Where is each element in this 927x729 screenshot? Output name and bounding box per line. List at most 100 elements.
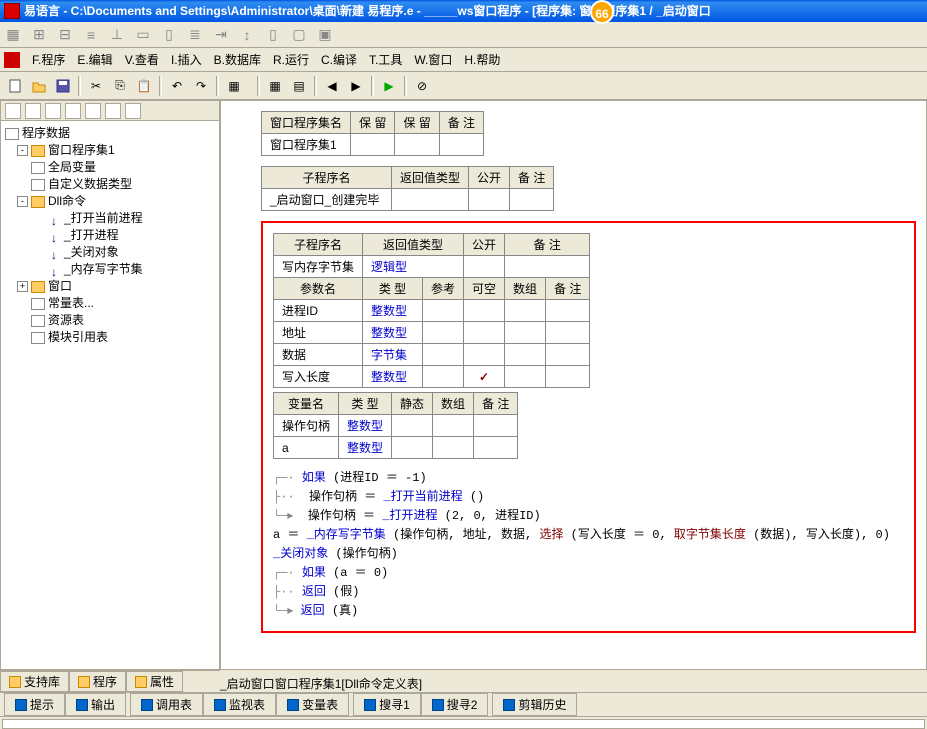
- menu-help[interactable]: H.帮助: [458, 49, 506, 70]
- menu-insert[interactable]: I.插入: [165, 49, 208, 70]
- menu-view[interactable]: V.查看: [119, 49, 165, 70]
- tree-root-label: 程序数据: [22, 125, 70, 142]
- menu-window[interactable]: W.窗口: [408, 49, 458, 70]
- tb-icon[interactable]: ⊥: [108, 26, 126, 44]
- menu-database[interactable]: B.数据库: [208, 49, 267, 70]
- panel-tab-clip[interactable]: 剪辑历史: [492, 693, 577, 716]
- expand-toggle[interactable]: +: [17, 281, 28, 292]
- new-button[interactable]: [4, 75, 26, 97]
- grid-button[interactable]: ▦: [264, 75, 286, 97]
- panel-tab-output[interactable]: 输出: [65, 693, 126, 716]
- menu-compile[interactable]: C.编译: [315, 49, 363, 70]
- form-button[interactable]: ▦: [223, 75, 245, 97]
- open-button[interactable]: [28, 75, 50, 97]
- sidebar-btn[interactable]: [25, 103, 41, 119]
- menubar: F.程序 E.编辑 V.查看 I.插入 B.数据库 R.运行 C.编译 T.工具…: [0, 48, 927, 72]
- tb-icon[interactable]: ⊟: [56, 26, 74, 44]
- list-button[interactable]: ▤: [288, 75, 310, 97]
- tree-node[interactable]: ↓_关闭对象: [5, 244, 215, 261]
- window-titlebar: 易语言 - C:\Documents and Settings\Administ…: [0, 0, 927, 22]
- sidebar-tabstrip: 支持库 程序 属性: [0, 670, 220, 692]
- arrow-icon: ↓: [47, 264, 61, 276]
- subroutine-table[interactable]: 子程序名返回值类型公开备 注 写内存字节集逻辑型 参数名类 型参考可空数组备 注…: [273, 233, 590, 388]
- tree-root[interactable]: 程序数据: [5, 125, 215, 142]
- code-block[interactable]: ┌─· 如果 (进程ID ＝ -1) ├·· 操作句柄 ＝ _打开当前进程 ()…: [273, 469, 904, 621]
- doc-icon: [31, 332, 45, 344]
- redo-button[interactable]: ↷: [190, 75, 212, 97]
- tb-icon[interactable]: ▯: [160, 26, 178, 44]
- tree-node[interactable]: -窗口程序集1: [5, 142, 215, 159]
- tb-icon[interactable]: ⇥: [212, 26, 230, 44]
- expand-toggle[interactable]: -: [17, 145, 28, 156]
- tree-label: 自定义数据类型: [48, 176, 132, 193]
- panel-tab-search1[interactable]: 搜寻1: [353, 693, 421, 716]
- panel-tab-search2[interactable]: 搜寻2: [421, 693, 489, 716]
- tab-properties[interactable]: 属性: [126, 671, 183, 692]
- doc-icon: [5, 128, 19, 140]
- undo-button[interactable]: ↶: [166, 75, 188, 97]
- cut-button[interactable]: ✂: [85, 75, 107, 97]
- bottom-panel-tabs: 提示 输出 调用表 监视表 变量表 搜寻1 搜寻2 剪辑历史: [0, 693, 927, 717]
- tb-icon[interactable]: ▯: [264, 26, 282, 44]
- tree-node[interactable]: 资源表: [5, 312, 215, 329]
- sidebar-btn[interactable]: [125, 103, 141, 119]
- variable-table[interactable]: 变量名类 型静态数组备 注 操作句柄整数型a整数型: [273, 392, 518, 459]
- run-button[interactable]: ▶: [378, 75, 400, 97]
- search-icon: [432, 699, 444, 711]
- menu-program[interactable]: F.程序: [26, 49, 71, 70]
- menu-run[interactable]: R.运行: [267, 49, 315, 70]
- assembly-table[interactable]: 窗口程序集名保 留保 留备 注 窗口程序集1: [261, 111, 484, 156]
- tab-support-lib[interactable]: 支持库: [0, 671, 69, 692]
- tb-icon[interactable]: ▭: [134, 26, 152, 44]
- tab-program[interactable]: 程序: [69, 671, 126, 692]
- tree-node[interactable]: ↓_打开当前进程: [5, 210, 215, 227]
- panel-tab-tips[interactable]: 提示: [4, 693, 65, 716]
- next-button[interactable]: ▶: [345, 75, 367, 97]
- sidebar-btn[interactable]: [65, 103, 81, 119]
- editor-tab-dll[interactable]: [Dll命令定义表]: [341, 675, 422, 692]
- tree-node[interactable]: -Dll命令: [5, 193, 215, 210]
- sidebar-btn[interactable]: [5, 103, 21, 119]
- sidebar-btn[interactable]: [85, 103, 101, 119]
- tb-icon[interactable]: ↕: [238, 26, 256, 44]
- sidebar-btn[interactable]: [105, 103, 121, 119]
- save-button[interactable]: [52, 75, 74, 97]
- tree-label: 模块引用表: [48, 329, 108, 346]
- tb-icon[interactable]: ⊞: [30, 26, 48, 44]
- tree-node[interactable]: 常量表...: [5, 295, 215, 312]
- tb-icon[interactable]: ▦: [4, 26, 22, 44]
- call-icon: [141, 699, 153, 711]
- project-tree[interactable]: 程序数据 -窗口程序集1全局变量自定义数据类型-Dll命令↓_打开当前进程↓_打…: [1, 121, 219, 669]
- tree-node[interactable]: 全局变量: [5, 159, 215, 176]
- copy-button[interactable]: ⎘: [109, 75, 131, 97]
- output-icon: [76, 699, 88, 711]
- menu-tools[interactable]: T.工具: [363, 49, 408, 70]
- tb-icon[interactable]: ≣: [186, 26, 204, 44]
- menu-edit[interactable]: E.编辑: [71, 49, 118, 70]
- code-editor[interactable]: 窗口程序集名保 留保 留备 注 窗口程序集1 子程序名返回值类型公开备 注 _启…: [220, 100, 927, 670]
- watch-icon: [214, 699, 226, 711]
- panel-tab-watch[interactable]: 监视表: [203, 693, 276, 716]
- prev-button[interactable]: ◀: [321, 75, 343, 97]
- editor-tab-assembly[interactable]: 窗口程序集1: [275, 675, 342, 692]
- panel-tab-vars[interactable]: 变量表: [276, 693, 349, 716]
- sub-table[interactable]: 子程序名返回值类型公开备 注 _启动窗口_创建完毕: [261, 166, 554, 211]
- editor-tab-window[interactable]: _启动窗口: [220, 675, 275, 692]
- sidebar-btn[interactable]: [45, 103, 61, 119]
- tree-node[interactable]: ↓_内存写字节集: [5, 261, 215, 278]
- tb-icon[interactable]: ▢: [290, 26, 308, 44]
- tb-icon[interactable]: ≡: [82, 26, 100, 44]
- tree-node[interactable]: +窗口: [5, 278, 215, 295]
- tree-node[interactable]: ↓_打开进程: [5, 227, 215, 244]
- panel-body[interactable]: [2, 719, 925, 729]
- tree-node[interactable]: 自定义数据类型: [5, 176, 215, 193]
- stop-button[interactable]: ⊘: [411, 75, 433, 97]
- panel-tab-call[interactable]: 调用表: [130, 693, 203, 716]
- expand-toggle[interactable]: -: [17, 196, 28, 207]
- paste-button[interactable]: 📋: [133, 75, 155, 97]
- notification-badge[interactable]: 66: [590, 0, 614, 24]
- tree-node[interactable]: 模块引用表: [5, 329, 215, 346]
- tb-icon[interactable]: ▣: [316, 26, 334, 44]
- arrow-icon: ↓: [47, 247, 61, 259]
- folder-icon: [31, 145, 45, 157]
